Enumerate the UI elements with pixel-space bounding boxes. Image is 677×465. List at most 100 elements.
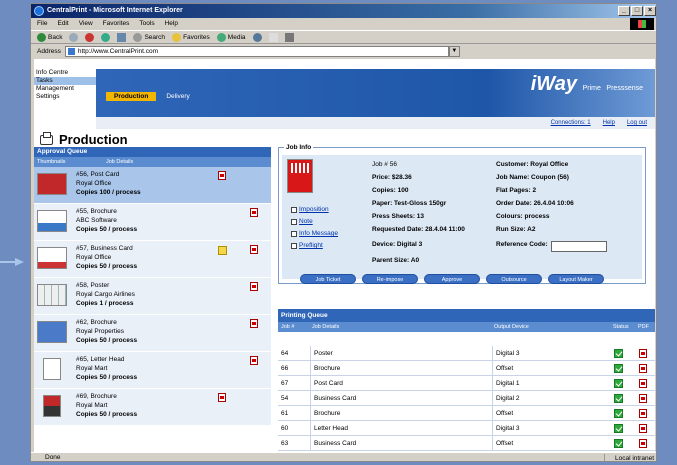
favorites-button[interactable]: Favorites	[172, 32, 210, 42]
outsource-button[interactable]: Outsource	[486, 274, 542, 284]
print-button[interactable]	[284, 32, 294, 42]
menu-tools[interactable]: Tools	[139, 18, 154, 30]
status-check-icon	[614, 364, 623, 373]
top-banner: Production Delivery iWay Prime Presssens…	[96, 69, 655, 117]
nav-management[interactable]: Management	[34, 85, 96, 93]
menu-view[interactable]: View	[79, 18, 93, 30]
tab-production[interactable]: Production	[106, 92, 157, 101]
approval-item[interactable]: #58, Poster Royal Cargo Airlines Copies 1 …	[34, 278, 271, 315]
pdf-icon[interactable]	[218, 393, 226, 402]
col-job-details: Job Details	[106, 159, 134, 165]
refresh-button[interactable]	[101, 32, 111, 42]
job-price: Price: $28.36	[372, 174, 412, 181]
layout-maker-button[interactable]: Layout Maker	[548, 274, 604, 284]
job-thumbnail-large	[287, 159, 313, 193]
pdf-icon[interactable]	[250, 208, 258, 217]
job-copies: Copies: 100	[372, 187, 409, 194]
printing-queue-columns: Job # Job Details Output Device Status P…	[278, 322, 655, 332]
home-icon	[117, 32, 127, 42]
close-button[interactable]: ×	[644, 6, 656, 16]
forward-button[interactable]	[69, 32, 79, 42]
imposition-icon	[291, 206, 297, 213]
job-thumbnail	[37, 284, 67, 306]
home-button[interactable]	[117, 32, 127, 42]
maximize-button[interactable]: □	[631, 6, 643, 16]
pdf-icon[interactable]	[250, 245, 258, 254]
job-ticket-button[interactable]: Job Ticket	[300, 274, 356, 284]
table-row[interactable]: 67 Post Card Digital 1	[278, 376, 655, 391]
page-icon	[67, 47, 75, 55]
nav-settings[interactable]: Settings	[34, 93, 96, 101]
zone-indicator: Local intranet	[603, 454, 654, 461]
info-message-link[interactable]: Info Message	[291, 230, 338, 237]
approval-item[interactable]: #55, Brochure ABC Software Copies 50 / pro…	[34, 204, 271, 241]
menu-help[interactable]: Help	[165, 18, 178, 30]
approval-item[interactable]: #57, Business Card Royal Office Copies 50 …	[34, 241, 271, 278]
job-thumbnail	[37, 173, 67, 195]
back-arrow-icon	[37, 32, 46, 42]
address-dropdown-button[interactable]: ▼	[448, 45, 460, 57]
table-row[interactable]: 61 Brochure Offset	[278, 406, 655, 421]
reference-code-input[interactable]	[551, 241, 607, 252]
mail-button[interactable]	[268, 32, 278, 42]
minimize-button[interactable]: _	[618, 6, 630, 16]
media-icon	[216, 32, 226, 42]
job-thumbnail	[37, 321, 67, 343]
stop-button[interactable]	[85, 32, 95, 42]
note-icon[interactable]	[218, 246, 227, 255]
pdf-icon[interactable]	[639, 349, 647, 358]
table-row[interactable]: 54 Business Card Digital 2	[278, 391, 655, 406]
pdf-icon[interactable]	[639, 379, 647, 388]
address-input[interactable]: http://www.CentralPrint.com	[64, 45, 449, 57]
back-button[interactable]: Back	[37, 32, 62, 42]
approve-button[interactable]: Approve	[424, 274, 480, 284]
status-check-icon	[614, 394, 623, 403]
table-row[interactable]: 60 Letter Head Digital 3	[278, 421, 655, 436]
pdf-icon[interactable]	[639, 409, 647, 418]
printer-icon	[40, 131, 53, 145]
table-row[interactable]: 63 Business Card Offset	[278, 436, 655, 451]
tab-delivery[interactable]: Delivery	[158, 92, 197, 101]
search-icon	[133, 32, 143, 42]
media-button[interactable]: Media	[216, 32, 246, 42]
pdf-icon[interactable]	[250, 282, 258, 291]
table-row[interactable]: 66 Brochure Offset	[278, 361, 655, 376]
col-output-device: Output Device	[494, 324, 529, 330]
menu-file[interactable]: File	[37, 18, 47, 30]
logout-link[interactable]: Log out	[627, 117, 647, 129]
nav-tasks[interactable]: Tasks	[34, 77, 96, 85]
status-text: Done	[45, 454, 61, 461]
browser-toolbar: Back Search Favorites Media	[31, 30, 656, 44]
col-pdf: PDF	[638, 324, 649, 330]
brand-main: iWay	[530, 73, 578, 95]
menu-edit[interactable]: Edit	[57, 18, 68, 30]
help-link[interactable]: Help	[603, 117, 615, 129]
nav-info-centre[interactable]: Info Centre	[34, 69, 96, 77]
approval-item[interactable]: #69, Brochure Royal Mart Copies 50 / proce…	[34, 389, 271, 426]
connections-link[interactable]: Connections: 1	[551, 117, 591, 129]
printing-queue-header: Printing Queue	[278, 309, 655, 322]
preflight-link[interactable]: Preflight	[291, 242, 323, 249]
reimpose-button[interactable]: Re-impose	[362, 274, 418, 284]
pdf-icon[interactable]	[639, 364, 647, 373]
approval-item[interactable]: #65, Letter Head Royal Mart Copies 50 / pr…	[34, 352, 271, 389]
pdf-icon[interactable]	[639, 394, 647, 403]
pdf-icon[interactable]	[639, 424, 647, 433]
job-info-body	[282, 155, 642, 279]
imposition-link[interactable]: Imposition	[291, 206, 329, 213]
note-link[interactable]: Note	[291, 218, 313, 225]
menu-favorites[interactable]: Favorites	[103, 18, 130, 30]
job-thumbnail	[43, 358, 61, 380]
ie-icon	[34, 6, 44, 16]
pdf-icon[interactable]	[250, 356, 258, 365]
approval-item[interactable]: #62, Brochure Royal Properties Copies 50 /…	[34, 315, 271, 352]
history-button[interactable]	[252, 32, 262, 42]
table-row[interactable]: 64 Poster Digital 3	[278, 346, 655, 361]
search-button[interactable]: Search	[133, 32, 165, 42]
pdf-icon[interactable]	[250, 319, 258, 328]
note-icon	[291, 218, 297, 225]
pdf-icon[interactable]	[639, 439, 647, 448]
job-name: Job Name: Coupon (56)	[496, 174, 569, 181]
approval-item[interactable]: #56, Post Card Royal Office Copies 100 / p…	[34, 167, 271, 204]
pdf-icon[interactable]	[218, 171, 226, 180]
